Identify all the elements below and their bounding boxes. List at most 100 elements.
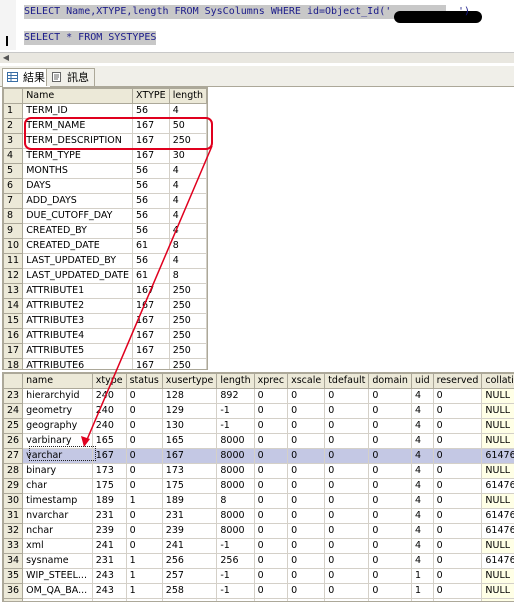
table-cell[interactable]: 61476: [482, 449, 514, 464]
table-row[interactable]: 37OM_QA_OU...2431259-1000010NULL259: [4, 599, 514, 602]
table-cell[interactable]: 56: [132, 179, 169, 194]
row-number[interactable]: 30: [4, 494, 23, 509]
table-cell[interactable]: 0: [288, 599, 325, 602]
table-cell[interactable]: 0: [288, 434, 325, 449]
table-cell[interactable]: 1: [126, 554, 162, 569]
table-cell[interactable]: 4: [169, 179, 206, 194]
table-cell[interactable]: 173: [162, 464, 217, 479]
row-number[interactable]: 26: [4, 434, 23, 449]
table-cell[interactable]: 56: [132, 254, 169, 269]
table-cell[interactable]: MONTHS: [23, 164, 133, 179]
table-cell[interactable]: 0: [433, 509, 482, 524]
table-cell[interactable]: 0: [288, 584, 325, 599]
table-cell[interactable]: 56: [132, 194, 169, 209]
row-number[interactable]: 14: [4, 299, 23, 314]
table-cell[interactable]: 0: [325, 404, 369, 419]
table-cell[interactable]: 0: [254, 449, 287, 464]
table-cell[interactable]: 4: [411, 509, 433, 524]
table-cell[interactable]: 0: [254, 554, 287, 569]
table-cell[interactable]: NULL: [482, 569, 514, 584]
table-cell[interactable]: 0: [325, 524, 369, 539]
table-cell[interactable]: 4: [169, 209, 206, 224]
table-cell[interactable]: 250: [169, 314, 206, 329]
table-cell[interactable]: 4: [411, 524, 433, 539]
row-number[interactable]: 33: [4, 539, 23, 554]
table-cell[interactable]: 257: [162, 569, 217, 584]
table-row[interactable]: 24geometry2400129-1000040NULL0: [4, 404, 514, 419]
table-cell[interactable]: 167: [92, 449, 126, 464]
table-cell[interactable]: 167: [132, 299, 169, 314]
table-cell[interactable]: 0: [288, 539, 325, 554]
table-cell[interactable]: 30: [169, 149, 206, 164]
table-row[interactable]: 32nchar23902398000000040614760: [4, 524, 514, 539]
table-row[interactable]: 4TERM_TYPE16730: [4, 149, 207, 164]
table-cell[interactable]: 8000: [217, 524, 254, 539]
table-cell[interactable]: 4: [411, 404, 433, 419]
table-cell[interactable]: 61476: [482, 554, 514, 569]
table-cell[interactable]: 0: [325, 494, 369, 509]
table-cell[interactable]: 0: [254, 479, 287, 494]
table-cell[interactable]: 61476: [482, 509, 514, 524]
table-cell[interactable]: 0: [433, 584, 482, 599]
table-cell[interactable]: 189: [162, 494, 217, 509]
table-cell[interactable]: 165: [92, 434, 126, 449]
table-cell[interactable]: 0: [288, 524, 325, 539]
row-number[interactable]: 27: [4, 449, 23, 464]
table-row[interactable]: 28binary17301738000000040NULL3: [4, 464, 514, 479]
table-cell[interactable]: CREATED_DATE: [23, 239, 133, 254]
table-cell[interactable]: 0: [369, 584, 412, 599]
table-cell[interactable]: 239: [162, 524, 217, 539]
table-cell[interactable]: 0: [369, 494, 412, 509]
row-number[interactable]: 11: [4, 254, 23, 269]
table-cell[interactable]: hierarchyid: [23, 389, 93, 404]
table-cell[interactable]: 0: [288, 389, 325, 404]
table-cell[interactable]: 8: [169, 269, 206, 284]
table-cell[interactable]: 243: [92, 599, 126, 602]
table-cell[interactable]: 0: [433, 599, 482, 602]
table-cell[interactable]: 61476: [482, 524, 514, 539]
table-cell[interactable]: 0: [325, 449, 369, 464]
table-cell[interactable]: timestamp: [23, 494, 93, 509]
row-number[interactable]: 7: [4, 194, 23, 209]
row-number[interactable]: 3: [4, 134, 23, 149]
table-cell[interactable]: nchar: [23, 524, 93, 539]
table-cell[interactable]: 0: [369, 599, 412, 602]
table-cell[interactable]: sysname: [23, 554, 93, 569]
table-cell[interactable]: OM_QA_OU...: [23, 599, 93, 602]
table-cell[interactable]: 241: [162, 539, 217, 554]
table-row[interactable]: 31nvarchar23102318000000040614760: [4, 509, 514, 524]
table-cell[interactable]: 240: [92, 404, 126, 419]
table-cell[interactable]: 0: [126, 389, 162, 404]
table-cell[interactable]: 239: [92, 524, 126, 539]
table-cell[interactable]: CREATED_BY: [23, 224, 133, 239]
table-cell[interactable]: NULL: [482, 404, 514, 419]
table-cell[interactable]: 0: [325, 389, 369, 404]
table-cell[interactable]: binary: [23, 464, 93, 479]
table-cell[interactable]: 61476: [482, 479, 514, 494]
table-cell[interactable]: 0: [254, 389, 287, 404]
table-cell[interactable]: 0: [254, 404, 287, 419]
table-row[interactable]: 17ATTRIBUTE5167250: [4, 344, 207, 359]
table-cell[interactable]: 1: [126, 584, 162, 599]
table-cell[interactable]: 0: [369, 404, 412, 419]
grid2-column-header-xusertype[interactable]: xusertype: [162, 374, 217, 389]
table-cell[interactable]: ATTRIBUTE6: [23, 359, 133, 371]
table-row[interactable]: 34sysname23112562560000406147618: [4, 554, 514, 569]
grid2-column-header-uid[interactable]: uid: [411, 374, 433, 389]
table-cell[interactable]: 167: [132, 359, 169, 371]
grid2-column-header-xscale[interactable]: xscale: [288, 374, 325, 389]
table-cell[interactable]: 231: [162, 509, 217, 524]
row-number[interactable]: 31: [4, 509, 23, 524]
table-cell[interactable]: 243: [92, 569, 126, 584]
table-cell[interactable]: 4: [169, 254, 206, 269]
table-cell[interactable]: 0: [369, 554, 412, 569]
table-cell[interactable]: 56: [132, 164, 169, 179]
table-cell[interactable]: 0: [369, 434, 412, 449]
table-cell[interactable]: 4: [169, 224, 206, 239]
table-cell[interactable]: 0: [254, 419, 287, 434]
row-number[interactable]: 16: [4, 329, 23, 344]
table-cell[interactable]: 0: [325, 554, 369, 569]
row-number[interactable]: 34: [4, 554, 23, 569]
table-cell[interactable]: 0: [254, 599, 287, 602]
table-cell[interactable]: LAST_UPDATED_DATE: [23, 269, 133, 284]
